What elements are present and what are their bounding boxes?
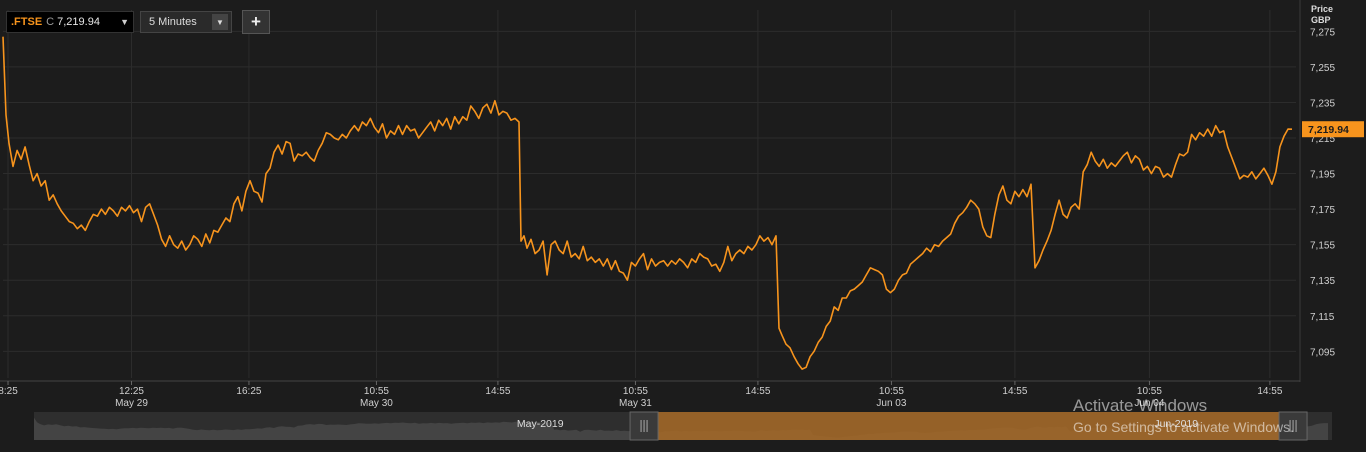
symbol-selector[interactable]: .FTSE C 7,219.94 ▼	[6, 11, 134, 33]
x-tick-time: 16:25	[236, 386, 261, 397]
chart-area[interactable]: 7,275 7,255 7,235 7,215 7,195 7,175 7,155 7,135…	[0, 0, 1366, 447]
x-tick-time: 10:55	[879, 386, 904, 397]
x-tick-time: 10:55	[1137, 386, 1162, 397]
y-tick-label: 7,095	[1310, 347, 1335, 358]
x-tick-time: 12:25	[119, 386, 144, 397]
x-tick-time: 14:55	[1002, 386, 1027, 397]
y-tick-label: 7,175	[1310, 205, 1335, 216]
x-tick-time: 14:55	[1257, 386, 1282, 397]
chevron-down-icon[interactable]: ▼	[116, 17, 129, 27]
price-prefix: C	[46, 16, 55, 28]
y-tick-label: 7,135	[1310, 276, 1335, 287]
x-tick-date: Jun 03	[876, 398, 906, 409]
x-tick-date: May 30	[360, 398, 393, 409]
y-tick-label: 7,155	[1310, 241, 1335, 252]
x-tick-time: 14:55	[485, 386, 510, 397]
axis-header-price: Price	[1311, 4, 1334, 14]
x-tick-time: 10:55	[364, 386, 389, 397]
navigator-month-label: May-2019	[517, 418, 564, 430]
axis-header-currency: GBP	[1311, 15, 1331, 25]
chevron-down-icon[interactable]: ▼	[212, 14, 228, 30]
y-tick-label: 7,235	[1310, 98, 1335, 109]
y-tick-label: 7,275	[1310, 27, 1335, 38]
price-chart[interactable]: 7,2757,2557,2357,2157,1957,1757,1557,135…	[0, 0, 1366, 447]
x-tick-time: 10:55	[623, 386, 648, 397]
chart-toolbar: .FTSE C 7,219.94 ▼ 5 Minutes ▼ +	[6, 10, 270, 34]
y-tick-label: 7,255	[1310, 63, 1335, 74]
interval-selector[interactable]: 5 Minutes ▼	[140, 11, 232, 33]
y-tick-label: 7,115	[1310, 312, 1335, 323]
y-tick-label: 7,195	[1310, 170, 1335, 181]
last-price-label: 7,219.94	[1308, 124, 1349, 136]
x-tick-time: 14:55	[745, 386, 770, 397]
navigator-month-label: Jun-2019	[1154, 418, 1198, 430]
x-tick-date: May 31	[619, 398, 652, 409]
x-tick-date: Jun 04	[1134, 398, 1164, 409]
price-axis-header: Price GBP	[1311, 4, 1333, 26]
symbol-price: 7,219.94	[57, 16, 100, 28]
add-button[interactable]: +	[242, 10, 270, 34]
x-tick-date: May 29	[115, 398, 148, 409]
x-tick-time: 8:25	[0, 386, 18, 397]
interval-label: 5 Minutes	[149, 16, 197, 28]
symbol-ric: .FTSE	[11, 16, 43, 28]
plus-icon: +	[251, 12, 261, 31]
